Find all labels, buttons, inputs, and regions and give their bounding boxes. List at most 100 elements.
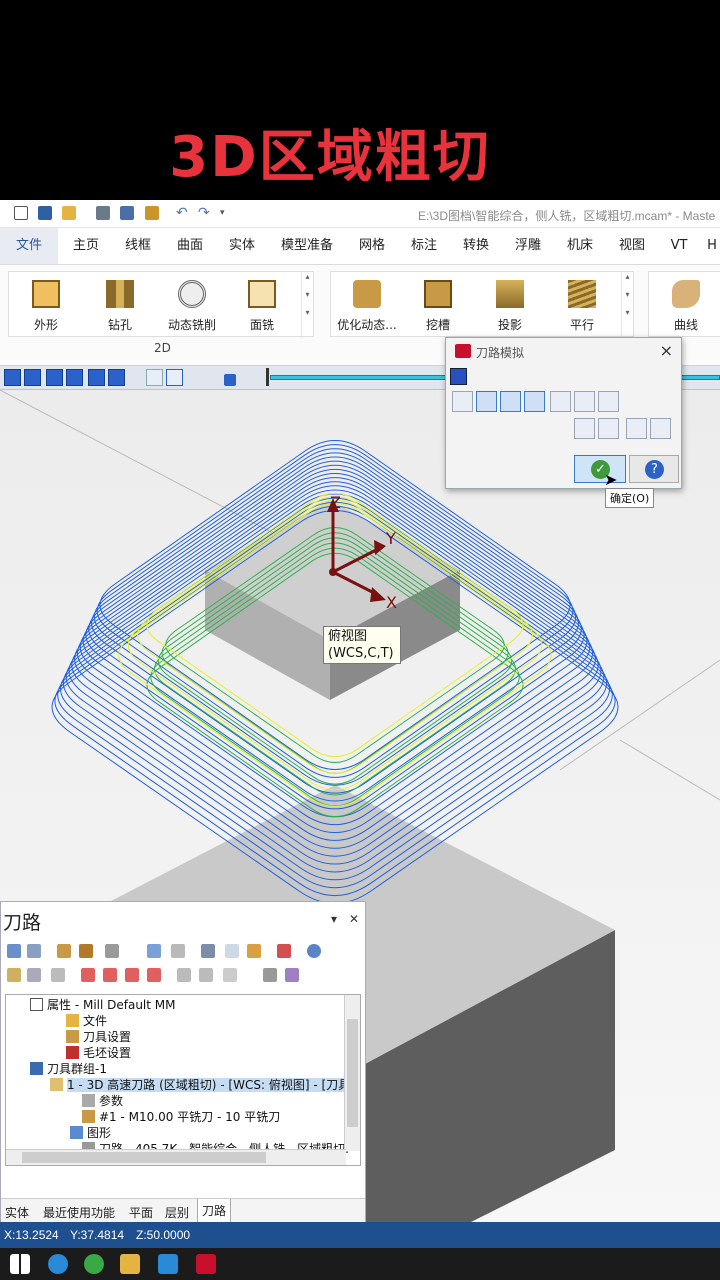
g1-icon[interactable] [225,944,239,958]
backplot-icon[interactable] [105,944,119,958]
new-file-icon[interactable] [14,206,28,220]
tab-machine[interactable]: 机床 [556,228,604,264]
print-preview-icon[interactable] [120,206,134,220]
tab-recent-functions[interactable]: 最近使用功能 [43,1204,115,1221]
tool-manager-icon[interactable] [285,968,299,982]
tree-item-tool[interactable]: #1 - M10.00 平铣刀 - 10 平铣刀 [82,1109,280,1125]
tab-solids[interactable]: 实体 [5,1204,29,1221]
verify-icon[interactable] [147,944,161,958]
pin-icon[interactable]: ▾ [331,912,337,926]
tree-item-stock-setup[interactable]: 毛坯设置 [66,1045,131,1061]
edge-browser-icon[interactable] [84,1254,104,1274]
tree-item-machine-group[interactable]: 刀具群组-1 [30,1061,107,1077]
move-down-icon[interactable] [81,968,95,982]
step-forward-button[interactable] [88,369,105,386]
endpoint-icon[interactable] [550,391,571,412]
tree-item-tool-settings[interactable]: 刀具设置 [66,1029,131,1045]
windows-start-icon[interactable] [10,1254,30,1274]
tab-surfaces[interactable]: 曲面 [166,228,214,264]
toolpath-color-icon[interactable] [524,391,545,412]
alert-icon[interactable] [598,391,619,412]
ribbon-3d-scroll[interactable]: ▴ ▾ ▾ [621,272,633,338]
group-settings-icon[interactable] [263,968,277,982]
tab-home[interactable]: 主页 [62,228,110,264]
help-icon[interactable] [307,944,321,958]
stop-button[interactable] [24,369,41,386]
toggle-display-icon[interactable] [27,968,41,982]
tab-relief[interactable]: 浮雕 [504,228,552,264]
tab-planes[interactable]: 平面 [129,1204,153,1221]
tree-vertical-scrollbar[interactable] [344,995,360,1151]
curve-button[interactable]: 曲线 [655,272,717,338]
refresh-icon[interactable] [452,391,473,412]
optimized-dynamic-button[interactable]: 优化动态... [333,272,401,338]
holder-display-icon[interactable] [500,391,521,412]
tab-model-prep[interactable]: 模型准备 [276,228,338,264]
path-step-icon[interactable] [574,418,595,439]
scroll-thumb[interactable] [347,1019,358,1127]
tab-solids[interactable]: 实体 [218,228,266,264]
insert-arrow-icon[interactable] [247,944,261,958]
help-button[interactable]: ? [629,455,679,483]
display-selected-icon[interactable] [177,968,191,982]
tab-transform[interactable]: 转换 [452,228,500,264]
tree-item-geometry[interactable]: 图形 [70,1125,111,1141]
tab-annotate[interactable]: 标注 [400,228,448,264]
show-path-button[interactable] [166,369,183,386]
expand-icon[interactable] [450,368,467,385]
tree-item-properties[interactable]: 属性 - Mill Default MM [30,997,176,1013]
parallel-button[interactable]: 平行 [551,272,613,338]
show-tool-button[interactable] [146,369,163,386]
close-icon[interactable]: ✕ [349,912,359,926]
ribbon-2d-scroll[interactable]: ▴ ▾ ▾ [301,272,313,338]
display-all-icon[interactable] [199,968,213,982]
close-icon[interactable]: × [660,341,673,360]
settings-dropdown-icon[interactable] [223,968,237,982]
save-icon[interactable] [650,418,671,439]
insert-pointer-icon[interactable] [125,968,139,982]
scroll-thumb[interactable] [22,1152,266,1163]
toolpath-tree[interactable]: 属性 - Mill Default MM 文件 刀具设置 毛坯设置 刀具群组-1… [5,994,361,1166]
redo-icon[interactable]: ↷ [198,206,212,220]
post-icon[interactable] [201,944,215,958]
select-all-icon[interactable] [7,944,21,958]
camera-icon[interactable] [626,418,647,439]
project-button[interactable]: 投影 [479,272,541,338]
print-icon[interactable] [96,206,110,220]
deselect-icon[interactable] [27,944,41,958]
tab-mesh[interactable]: 网格 [348,228,396,264]
tab-wireframe[interactable]: 线框 [114,228,162,264]
file-explorer-icon[interactable] [120,1254,140,1274]
tab-file[interactable]: 文件 [0,228,58,264]
drill-button[interactable]: 钻孔 [89,272,151,338]
tool-display-icon[interactable] [476,391,497,412]
fast-forward-button[interactable] [108,369,125,386]
tool-shank-icon[interactable] [574,391,595,412]
scroll-pointer-icon[interactable] [147,968,161,982]
save-icon[interactable] [38,206,52,220]
ie-browser-icon[interactable] [48,1254,68,1274]
play-button[interactable] [4,369,21,386]
customize-icon[interactable]: ▾ [220,206,234,220]
step-back-button[interactable] [66,369,83,386]
tree-horizontal-scrollbar[interactable] [6,1149,346,1165]
regen-dirty-icon[interactable] [79,944,93,958]
app-icon[interactable] [158,1254,178,1274]
undo-icon[interactable]: ↶ [176,206,190,220]
mastercam-taskbar-icon[interactable] [196,1254,216,1274]
tab-vt[interactable]: VT [660,228,698,264]
pocket-button[interactable]: 挖槽 [407,272,469,338]
simulate-icon[interactable] [171,944,185,958]
highfeed-icon[interactable] [277,944,291,958]
tab-view[interactable]: 视图 [608,228,656,264]
regenerate-icon[interactable] [57,944,71,958]
ok-button[interactable]: ✓ [574,455,626,483]
move-up-icon[interactable] [103,968,117,982]
tree-item-operation[interactable]: 1 - 3D 高速刀路 (区域粗切) - [WCS: 俯视图] - [刀具 [50,1077,351,1093]
dynamic-mill-button[interactable]: 动态铣削 [161,272,223,338]
toggle-post-icon[interactable] [51,968,65,982]
contour-button[interactable]: 外形 [15,272,77,338]
tab-levels[interactable]: 层别 [165,1204,189,1221]
lock-icon[interactable] [7,968,21,982]
properties-icon[interactable] [145,206,159,220]
